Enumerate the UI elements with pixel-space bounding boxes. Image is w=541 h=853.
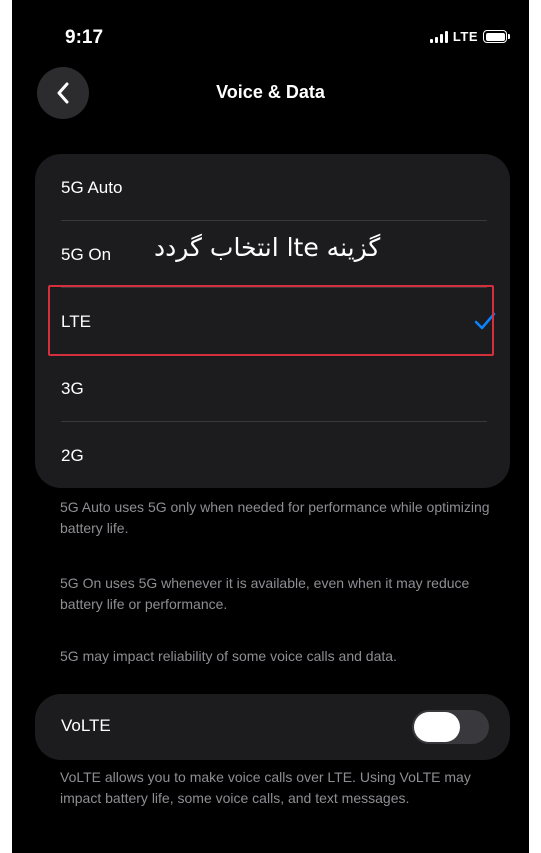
footnote-5g-reliability: 5G may impact reliability of some voice …: [60, 648, 397, 664]
option-label: 2G: [61, 445, 84, 465]
cellular-signal-icon: [429, 30, 448, 43]
volte-toggle[interactable]: [412, 710, 489, 744]
option-2g[interactable]: 2G: [35, 422, 510, 489]
phone-screen: 9:17 LTE Voice & Data 5G Auto 5G On LTE: [12, 0, 529, 853]
option-3g[interactable]: 3G: [35, 355, 510, 422]
network-type-label: LTE: [452, 29, 478, 44]
battery-icon: [483, 30, 510, 43]
highlight-box: [48, 285, 494, 356]
status-indicators: LTE: [429, 29, 510, 44]
option-label: 5G On: [61, 244, 112, 264]
volte-row: VoLTE: [35, 694, 510, 760]
option-label: 5G Auto: [61, 177, 123, 197]
option-5g-auto[interactable]: 5G Auto: [35, 154, 510, 221]
option-label: 3G: [61, 378, 84, 398]
volte-label: VoLTE: [61, 716, 111, 735]
footnote-5g-auto: 5G Auto uses 5G only when needed for per…: [60, 499, 490, 536]
toggle-knob: [414, 712, 460, 742]
volte-description: VoLTE allows you to make voice calls ove…: [60, 769, 471, 806]
footnote-5g-on: 5G On uses 5G whenever it is available, …: [60, 575, 470, 612]
status-time: 9:17: [65, 27, 104, 48]
page-title: Voice & Data: [216, 82, 325, 102]
annotation-text: گزینه lte انتخاب گردد: [154, 233, 381, 262]
